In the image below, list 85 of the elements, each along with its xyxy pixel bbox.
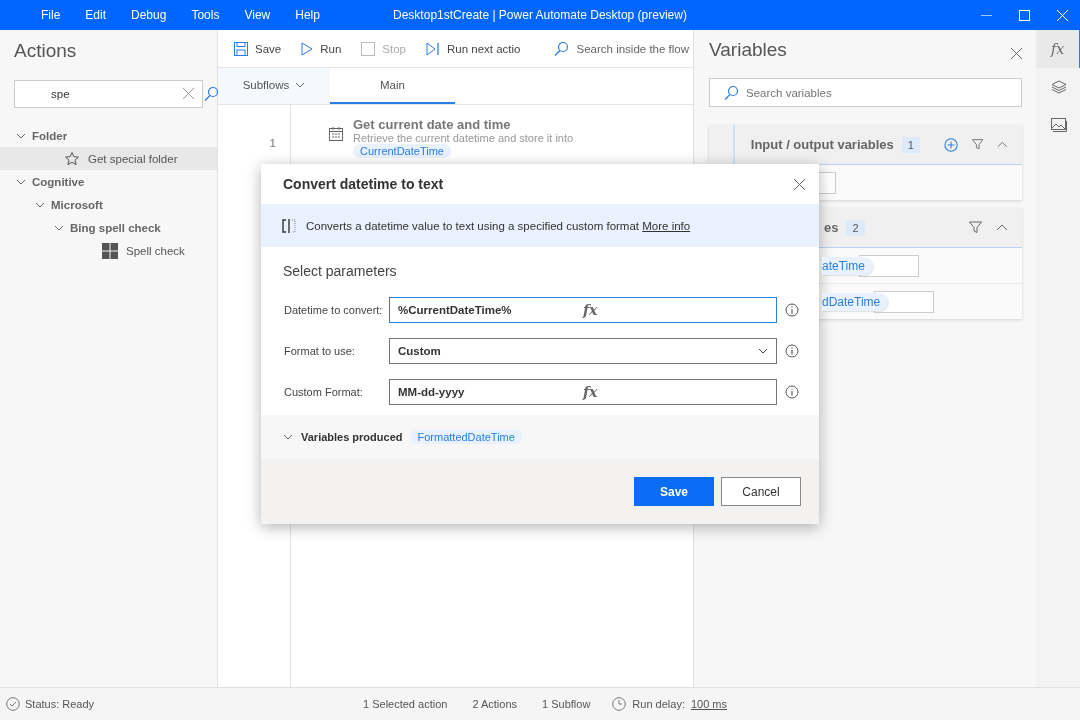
search-icon (203, 86, 219, 102)
input-field[interactable]: %CurrentDateTime% fx (389, 296, 777, 323)
tree-group[interactable]: Microsoft (51, 198, 103, 211)
step-title: Get current date and time (353, 117, 512, 132)
save-icon (234, 41, 248, 56)
run-delay-link[interactable]: 100 ms (690, 698, 727, 710)
tree-group[interactable]: Bing spell check (70, 221, 161, 234)
toolbar-button[interactable]: Save (226, 34, 290, 63)
menu-item[interactable]: View (235, 8, 281, 22)
image-icon (1050, 118, 1067, 132)
tree-group[interactable]: Folder (32, 129, 68, 142)
section-title: Input / output variables (750, 137, 894, 152)
fx-button[interactable]: fx (583, 383, 768, 400)
variable-chip[interactable]: FormattedDateTime (410, 430, 522, 444)
filter-icon[interactable] (969, 221, 982, 234)
filter-icon[interactable] (972, 138, 984, 151)
variable-chip: CurrentDateTime (353, 144, 451, 158)
search-icon (723, 85, 739, 101)
line-number: 1 (268, 136, 277, 149)
dialog-title: Convert datetime to text (283, 176, 444, 192)
clock-icon (612, 697, 627, 711)
panel-title: Variables (709, 39, 787, 62)
chevron-icon[interactable] (283, 432, 293, 442)
play-icon (301, 41, 314, 56)
field-label: Format to use: (284, 344, 356, 357)
field-label: Datetime to convert: (284, 303, 384, 316)
more-info-link[interactable]: More info (642, 219, 691, 232)
stop-icon (361, 41, 376, 56)
status-count: 2 Actions (472, 698, 518, 710)
close-icon[interactable] (1011, 47, 1022, 59)
count-badge: 2 (846, 219, 865, 236)
star-icon (64, 150, 80, 167)
tab[interactable]: Main (330, 68, 455, 104)
layers-icon (1050, 80, 1067, 94)
calendar-icon (329, 127, 343, 141)
step-icon (426, 41, 440, 56)
menu-item[interactable]: Tools (182, 8, 230, 22)
description-text: Converts a datetime value to text using a specified custom format More info (306, 219, 691, 232)
search-field[interactable]: Search variables (709, 78, 1022, 107)
menu-item[interactable]: Debug (122, 8, 177, 22)
grid-icon (102, 242, 118, 259)
variables-produced-label[interactable]: Variables produced (301, 431, 403, 443)
menu-item[interactable]: File (32, 8, 71, 22)
section-title: es (824, 220, 839, 235)
action-item[interactable]: Spell check (0, 239, 217, 262)
search-field[interactable]: spe (14, 80, 203, 108)
check-icon (6, 697, 20, 711)
tree-group[interactable]: Cognitive (32, 175, 85, 188)
info-icon[interactable] (785, 302, 799, 317)
section-heading: Select parameters (282, 262, 398, 281)
save-button[interactable]: Save (634, 477, 714, 506)
variables-button[interactable]: fx (1036, 30, 1080, 68)
search-icon (552, 40, 569, 57)
info-icon[interactable] (785, 384, 799, 399)
status-count: 1 Subflow (542, 698, 591, 710)
input-field[interactable]: MM-dd-yyyy fx (389, 378, 777, 405)
chevron-icon[interactable] (997, 139, 1008, 150)
status-text: Status: Ready (25, 698, 95, 710)
menu-item[interactable]: Edit (76, 8, 117, 22)
action-icon (282, 218, 296, 233)
count-badge: 1 (901, 136, 920, 153)
action-item[interactable]: Get special folder (0, 147, 217, 170)
search-field[interactable]: Search inside the flow (548, 40, 694, 57)
toolbar-button[interactable]: Run (293, 34, 350, 63)
run-delay-label: Run delay: (632, 698, 685, 710)
panel-title: Actions (13, 39, 78, 63)
step-description: Retrieve the current datetime and store it into (353, 132, 574, 144)
status-count: 1 Selected action (363, 698, 448, 710)
close-icon[interactable] (794, 178, 805, 190)
add-icon[interactable] (943, 136, 958, 153)
window-title: Desktop1stCreate | Power Automate Desktop (preview) (393, 8, 687, 22)
chevron-icon (295, 80, 306, 90)
variable-chip[interactable]: dDateTime (822, 292, 889, 311)
clear-icon[interactable] (183, 88, 194, 99)
cancel-button[interactable]: Cancel (721, 477, 801, 506)
variable-chip[interactable]: ateTime (822, 256, 873, 275)
fx-button[interactable]: fx (583, 301, 768, 318)
chevron-icon[interactable] (996, 222, 1008, 233)
maximize-icon[interactable] (1019, 9, 1030, 21)
format-dropdown[interactable]: Custom (389, 337, 777, 364)
subflows-dropdown[interactable]: Subflows (218, 68, 330, 104)
menu-item[interactable]: Help (286, 8, 330, 22)
field-label: Custom Format: (284, 385, 364, 398)
toolbar-button[interactable]: Run next actio (418, 34, 529, 63)
info-icon[interactable] (785, 343, 799, 358)
